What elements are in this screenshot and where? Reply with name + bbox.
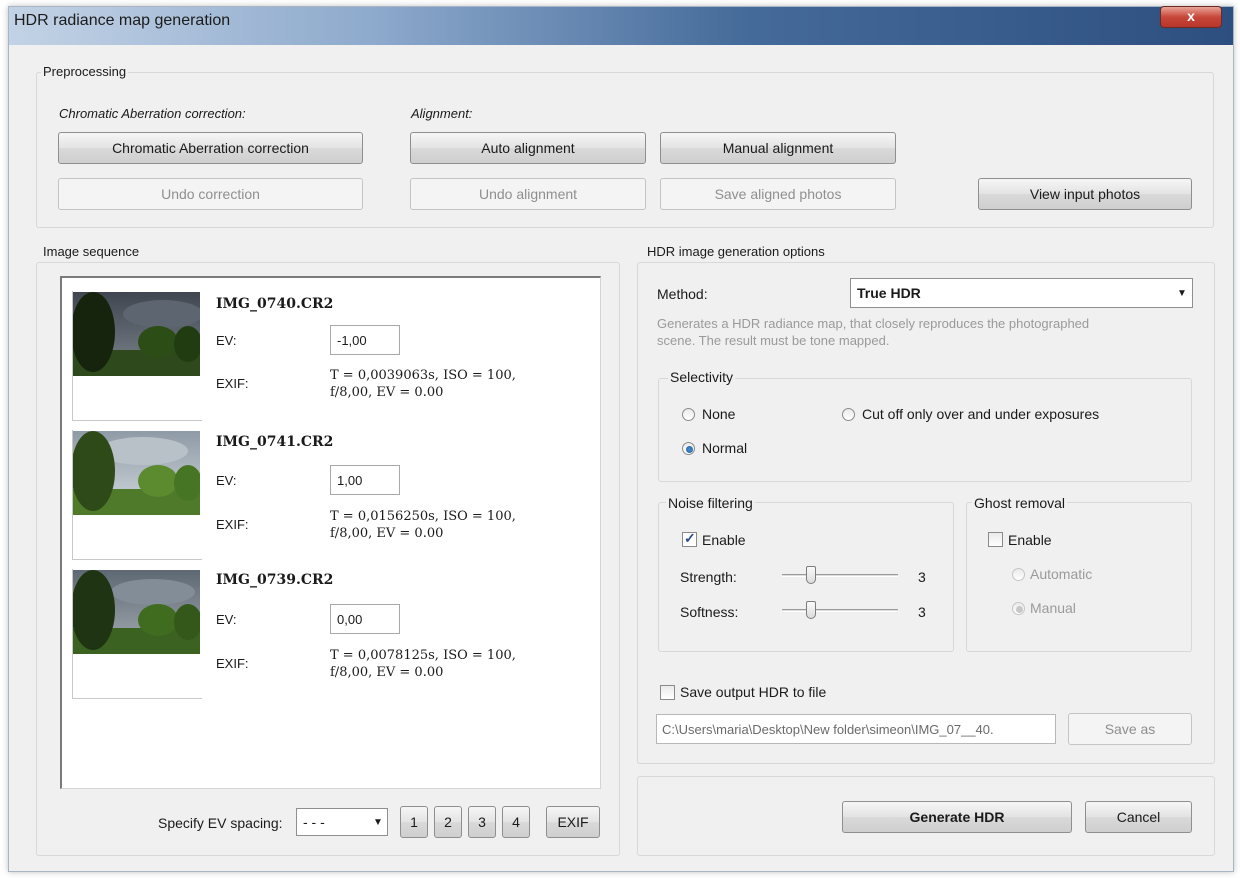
softness-value: 3: [918, 604, 926, 620]
ca-heading: Chromatic Aberration correction:: [59, 106, 246, 121]
chevron-down-icon: ▼: [373, 817, 383, 828]
softness-slider-handle[interactable]: [806, 601, 816, 619]
radio-normal[interactable]: [682, 442, 695, 455]
radio-normal-label: Normal: [702, 440, 748, 456]
noise-enable-checkbox[interactable]: ✓: [682, 530, 697, 547]
manual-alignment-button[interactable]: Manual alignment: [660, 132, 896, 164]
exif-line: T = 0,0039063s, ISO = 100,: [330, 368, 516, 383]
radio-manual-label: Manual: [1030, 600, 1076, 616]
close-button[interactable]: x: [1160, 6, 1222, 28]
spacing-button-1[interactable]: 1: [400, 806, 428, 838]
selectivity-label: Selectivity: [668, 369, 736, 385]
radio-cutoff-label: Cut off only over and under exposures: [862, 406, 1100, 422]
ev-label: EV:: [216, 473, 237, 488]
exif-line: T = 0,0156250s, ISO = 100,: [330, 509, 516, 524]
save-output-checkbox[interactable]: [660, 685, 675, 700]
ghost-removal-label: Ghost removal: [972, 495, 1068, 511]
file-name: IMG_0740.CR2: [216, 296, 334, 312]
softness-slider-track[interactable]: [782, 609, 898, 612]
strength-slider-handle[interactable]: [806, 566, 816, 584]
undo-alignment-button[interactable]: Undo alignment: [410, 178, 646, 210]
ev-input[interactable]: 1,00: [330, 465, 400, 495]
undo-correction-button[interactable]: Undo correction: [58, 178, 363, 210]
output-path-field[interactable]: C:\Users\maria\Desktop\New folder\simeon…: [656, 714, 1056, 744]
exif-line: f/8,00, EV = 0.00: [330, 526, 444, 541]
preprocessing-label: Preprocessing: [41, 64, 129, 79]
ev-label: EV:: [216, 333, 237, 348]
save-aligned-button[interactable]: Save aligned photos: [660, 178, 896, 210]
ev-input[interactable]: -1,00: [330, 325, 400, 355]
softness-label: Softness:: [680, 604, 739, 620]
exif-line: f/8,00, EV = 0.00: [330, 665, 444, 680]
strength-label: Strength:: [680, 569, 737, 585]
exif-label: EXIF:: [216, 656, 249, 671]
ghost-enable-label: Enable: [1008, 532, 1052, 548]
method-description: scene. The result must be tone mapped.: [657, 333, 890, 348]
strength-slider-track[interactable]: [782, 574, 898, 577]
ca-correction-button[interactable]: Chromatic Aberration correction: [58, 132, 363, 164]
ev-spacing-dropdown[interactable]: - - - ▼: [296, 808, 388, 836]
chevron-down-icon: ▼: [1177, 288, 1187, 299]
checkmark-icon: ✓: [684, 530, 696, 546]
radio-none[interactable]: [682, 408, 695, 421]
noise-enable-label: Enable: [702, 532, 746, 548]
spacing-button-2[interactable]: 2: [434, 806, 462, 838]
spacing-button-4[interactable]: 4: [502, 806, 530, 838]
radio-cutoff[interactable]: [842, 408, 855, 421]
ghost-enable-checkbox[interactable]: [988, 532, 1003, 547]
radio-none-label: None: [702, 406, 736, 422]
auto-alignment-button[interactable]: Auto alignment: [410, 132, 646, 164]
method-label: Method:: [657, 286, 708, 302]
radio-automatic[interactable]: [1012, 568, 1025, 581]
ev-input[interactable]: 0,00: [330, 604, 400, 634]
exif-line: f/8,00, EV = 0.00: [330, 385, 444, 400]
method-dropdown[interactable]: True HDR ▼: [850, 278, 1193, 308]
selectivity-group: [658, 378, 1192, 482]
exif-label: EXIF:: [216, 376, 249, 391]
exif-line: T = 0,0078125s, ISO = 100,: [330, 648, 516, 663]
save-as-button[interactable]: Save as: [1068, 713, 1192, 745]
image-sequence-label: Image sequence: [41, 244, 142, 259]
spacing-button-3[interactable]: 3: [468, 806, 496, 838]
photo-thumbnail[interactable]: [73, 292, 200, 376]
exif-label: EXIF:: [216, 517, 249, 532]
photo-thumbnail[interactable]: [73, 570, 200, 654]
alignment-heading: Alignment:: [411, 106, 473, 121]
save-output-label: Save output HDR to file: [680, 684, 827, 700]
view-input-photos-button[interactable]: View input photos: [978, 178, 1192, 210]
cancel-button[interactable]: Cancel: [1085, 801, 1192, 833]
file-name: IMG_0739.CR2: [216, 572, 334, 588]
noise-filtering-label: Noise filtering: [666, 495, 755, 511]
ev-spacing-value: - - -: [303, 814, 325, 830]
hdr-options-label: HDR image generation options: [645, 244, 827, 259]
radio-manual[interactable]: [1012, 602, 1025, 615]
strength-value: 3: [918, 569, 926, 585]
exif-button[interactable]: EXIF: [546, 806, 600, 838]
generate-hdr-button[interactable]: Generate HDR: [842, 801, 1072, 833]
ev-spacing-label: Specify EV spacing:: [158, 815, 283, 831]
radio-automatic-label: Automatic: [1030, 566, 1093, 582]
method-description: Generates a HDR radiance map, that close…: [657, 316, 1090, 331]
file-name: IMG_0741.CR2: [216, 434, 334, 450]
photo-thumbnail[interactable]: [73, 431, 200, 515]
ev-label: EV:: [216, 612, 237, 627]
window-title: HDR radiance map generation: [14, 12, 231, 29]
method-value: True HDR: [857, 285, 921, 301]
